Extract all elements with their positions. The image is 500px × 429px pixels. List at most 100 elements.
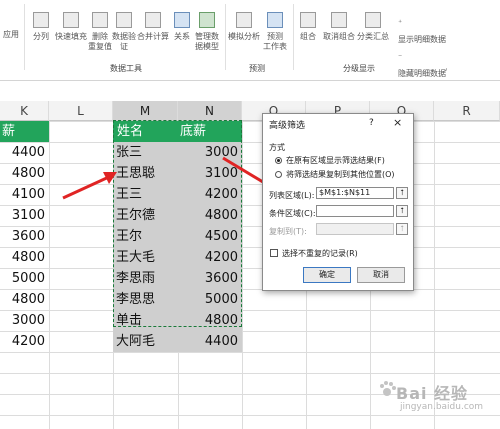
criteria-range-label: 条件区域(C):	[269, 209, 316, 218]
cell-k-value[interactable]: 3100	[0, 205, 49, 226]
cancel-button[interactable]: 取消	[357, 267, 405, 283]
ungroup-label: 取消组合	[323, 32, 355, 41]
grid-line-horizontal	[0, 121, 500, 122]
ribbon-separator	[24, 4, 25, 70]
radio-copy-to-location-label[interactable]: 将筛选结果复制到其他位置(O)	[286, 169, 395, 180]
grid-line-horizontal	[0, 142, 500, 143]
column-header-r[interactable]: R	[434, 101, 500, 121]
hide-detail-button[interactable]: ⁻ 隐藏明细数据	[398, 48, 446, 80]
grid-line-horizontal	[0, 226, 500, 227]
show-detail-label: 显示明细数据	[398, 35, 446, 44]
ribbon: 应用 分列 快速填充 删除 重复值 数据验 证 合并计算 关系 管理数 据模型 …	[0, 0, 500, 81]
cell-k-value[interactable]: 4400	[0, 142, 49, 163]
cell-k-value[interactable]: 4100	[0, 184, 49, 205]
range-picker-icon[interactable]: ⭡	[396, 205, 408, 217]
text-to-columns-button[interactable]: 分列	[30, 12, 52, 42]
ribbon-separator	[225, 4, 226, 70]
range-picker-icon: ⭡	[396, 223, 408, 235]
red-arrow-left	[62, 172, 117, 200]
consolidate-label: 合并计算	[137, 32, 169, 41]
ribbon-far-left-button[interactable]: 应用	[0, 30, 22, 40]
help-icon[interactable]: ?	[369, 118, 374, 128]
cell-k-value[interactable]: 3600	[0, 226, 49, 247]
method-label: 方式	[269, 143, 285, 152]
radio-copy-to-location[interactable]	[275, 171, 282, 178]
cell-k-value[interactable]: 4200	[0, 331, 49, 352]
relationships-icon	[174, 12, 190, 28]
remove-duplicates-button[interactable]: 删除 重复值	[88, 12, 112, 52]
grid-line-horizontal	[0, 331, 500, 332]
unique-records-checkbox[interactable]	[270, 249, 278, 257]
cell-k-value[interactable]: 3000	[0, 310, 49, 331]
paw-logo-icon	[380, 381, 396, 396]
watermark-url: jingyan.baidu.com	[400, 402, 484, 412]
data-validation-label: 数据验 证	[112, 32, 136, 51]
subtotal-button[interactable]: 分类汇总	[356, 12, 390, 42]
relationships-button[interactable]: 关系	[172, 12, 192, 42]
column-header-m[interactable]: M	[113, 101, 178, 121]
forecast-sheet-label: 预测 工作表	[263, 32, 287, 51]
grid-line-vertical	[49, 121, 50, 429]
flash-fill-button[interactable]: 快速填充	[54, 12, 88, 42]
ungroup-button[interactable]: 取消组合	[322, 12, 356, 42]
table-cell-name[interactable]: 大阿毛	[113, 331, 178, 352]
flash-fill-label: 快速填充	[55, 32, 87, 41]
data-model-icon	[199, 12, 215, 28]
column-header-l[interactable]: L	[49, 101, 113, 121]
ribbon-group-left: 应用	[0, 0, 22, 80]
grid-line-horizontal	[0, 247, 500, 248]
outline-detail-list: ⁺ 显示明细数据 ⁻ 隐藏明细数据	[398, 14, 446, 80]
criteria-range-input[interactable]	[316, 205, 394, 217]
column-header-k[interactable]: K	[0, 101, 49, 121]
ok-button[interactable]: 确定	[303, 267, 351, 283]
cell-k-value[interactable]: 4800	[0, 247, 49, 268]
data-validation-icon	[116, 12, 132, 28]
remove-duplicates-icon	[92, 12, 108, 28]
dialog-title: 高级筛选	[269, 121, 306, 131]
grid-line-horizontal	[0, 310, 500, 311]
group-label: 组合	[300, 32, 316, 41]
group-button[interactable]: 组合	[298, 12, 318, 42]
ungroup-icon	[331, 12, 347, 28]
hide-detail-label: 隐藏明细数据	[398, 69, 446, 78]
list-range-label: 列表区域(L):	[269, 191, 315, 200]
unique-records-label[interactable]: 选择不重复的记录(R)	[282, 248, 358, 259]
grid-line-horizontal	[0, 373, 500, 374]
text-to-columns-icon	[33, 12, 49, 28]
range-picker-icon[interactable]: ⭡	[396, 187, 408, 199]
grid-line-horizontal	[0, 268, 500, 269]
radio-filter-in-place-label[interactable]: 在原有区域显示筛选结果(F)	[286, 155, 385, 166]
forecast-sheet-button[interactable]: 预测 工作表	[262, 12, 288, 52]
cell-k1[interactable]: 薪	[0, 121, 49, 142]
group-icon	[300, 12, 316, 28]
grid-line-horizontal	[0, 289, 500, 290]
copy-to-input	[316, 223, 394, 235]
group-label-data-tools: 数据工具	[110, 64, 142, 73]
cell-k-value[interactable]: 4800	[0, 289, 49, 310]
group-label-forecast: 预测	[249, 64, 265, 73]
copy-to-label: 复制到(T):	[269, 227, 307, 236]
manage-data-model-button[interactable]: 管理数 据模型	[192, 12, 222, 52]
table-cell-salary[interactable]: 4400	[178, 331, 242, 352]
group-label-outline: 分级显示	[343, 64, 375, 73]
baidu-watermark: Bai 经验 jingyan.baidu.com	[378, 378, 494, 422]
cell-k-value[interactable]: 5000	[0, 268, 49, 289]
advanced-filter-dialog: 高级筛选 ? × 方式 在原有区域显示筛选结果(F) 将筛选结果复制到其他位置(…	[262, 113, 414, 291]
ribbon-separator	[293, 4, 294, 70]
grid-line-horizontal	[0, 352, 500, 353]
close-icon[interactable]: ×	[393, 116, 402, 129]
forecast-sheet-icon	[267, 12, 283, 28]
consolidate-button[interactable]: 合并计算	[136, 12, 170, 42]
subtotal-icon	[365, 12, 381, 28]
flash-fill-icon	[63, 12, 79, 28]
column-header-n[interactable]: N	[178, 101, 242, 121]
what-if-analysis-button[interactable]: 模拟分析	[228, 12, 260, 42]
dialog-launcher-icon[interactable]: ⌟	[444, 64, 447, 72]
ribbon-far-left-label: 应用	[3, 30, 19, 39]
what-if-label: 模拟分析	[228, 32, 260, 41]
show-detail-button[interactable]: ⁺ 显示明细数据	[398, 14, 446, 48]
cell-k-value[interactable]: 4800	[0, 163, 49, 184]
data-validation-button[interactable]: 数据验 证	[112, 12, 136, 52]
radio-filter-in-place[interactable]	[275, 157, 282, 164]
list-range-input[interactable]: $M$1:$N$11	[316, 187, 394, 199]
